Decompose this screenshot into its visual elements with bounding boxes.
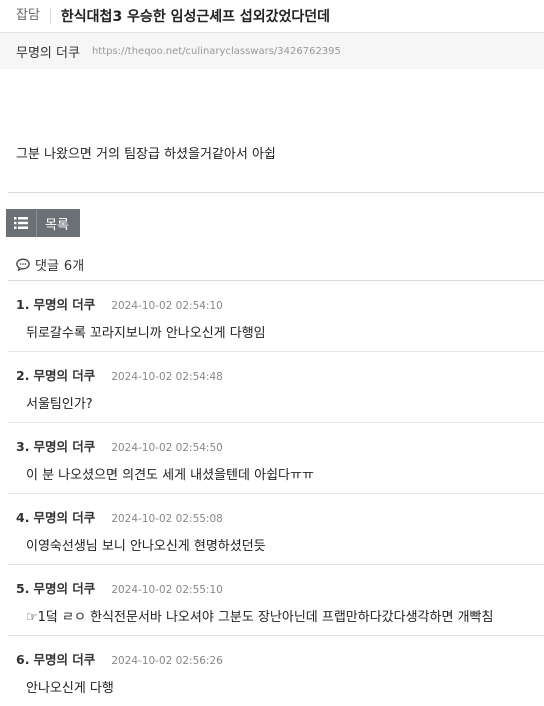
speech-bubble-icon <box>16 258 30 271</box>
comment-item: 5. 무명의 더쿠 2024-10-02 02:55:10 ☞1덬 ㄹㅇ 한식전… <box>8 565 544 636</box>
post-author: 무명의 더쿠 <box>16 45 80 61</box>
post-meta-bar: 무명의 더쿠 https://theqoo.net/culinaryclassw… <box>0 33 544 69</box>
list-button-label: 목록 <box>45 217 69 233</box>
post-url-link[interactable]: https://theqoo.net/culinaryclasswars/342… <box>92 46 341 57</box>
comment-item: 3. 무명의 더쿠 2024-10-02 02:54:50 이 분 나오셨으면 … <box>8 423 544 494</box>
comment-header: 5. 무명의 더쿠 2024-10-02 02:55:10 <box>16 578 223 597</box>
comment-text: 서울팀인가? <box>26 397 93 412</box>
comment-header: 6. 무명의 더쿠 2024-10-02 02:56:26 <box>16 649 223 668</box>
comment-author: 무명의 더쿠 <box>33 510 96 525</box>
comment-header: 2. 무명의 더쿠 2024-10-02 02:54:48 <box>16 365 223 384</box>
comment-time: 2024-10-02 02:56:26 <box>111 655 223 667</box>
comment-text: 안나오신게 다행 <box>26 681 114 696</box>
post-page: 잡담 한식대첩3 우승한 임성근셰프 섭외갔었다던데 무명의 더쿠 https:… <box>0 0 544 706</box>
comment-index: 5. <box>16 581 30 596</box>
list-button[interactable]: 목록 <box>6 209 80 237</box>
comment-header: 3. 무명의 더쿠 2024-10-02 02:54:50 <box>16 436 223 455</box>
comment-author: 무명의 더쿠 <box>33 581 96 596</box>
comment-header: 4. 무명의 더쿠 2024-10-02 02:55:08 <box>16 507 223 526</box>
comment-time: 2024-10-02 02:54:50 <box>111 442 223 454</box>
post-title: 한식대첩3 우승한 임성근셰프 섭외갔었다던데 <box>60 9 331 25</box>
comment-text: ☞1덬 ㄹㅇ 한식전문서바 나오셔야 그분도 장난아닌데 프랩만하다갔다생각하면… <box>26 610 494 625</box>
comment-index: 2. <box>16 368 30 383</box>
comment-author: 무명의 더쿠 <box>33 652 96 667</box>
comment-author: 무명의 더쿠 <box>33 368 96 383</box>
comment-item: 1. 무명의 더쿠 2024-10-02 02:54:10 뒤로갈수록 꼬라지보… <box>8 281 544 352</box>
comment-time: 2024-10-02 02:54:48 <box>111 371 223 383</box>
comment-time: 2024-10-02 02:55:10 <box>111 584 223 596</box>
comment-text: 이영숙선생님 보니 안나오신게 현명하셨던듯 <box>26 539 266 554</box>
comment-count-value: 6개 <box>63 259 85 274</box>
post-title-bar: 잡담 한식대첩3 우승한 임성근셰프 섭외갔었다던데 <box>0 0 544 33</box>
comment-author: 무명의 더쿠 <box>33 439 96 454</box>
comment-item: 4. 무명의 더쿠 2024-10-02 02:55:08 이영숙선생님 보니 … <box>8 494 544 565</box>
comment-time: 2024-10-02 02:54:10 <box>111 300 223 312</box>
comment-count-header: 댓글 6개 <box>16 255 84 274</box>
comment-item: 6. 무명의 더쿠 2024-10-02 02:56:26 안나오신게 다행 <box>8 636 544 706</box>
comment-index: 1. <box>16 297 30 312</box>
post-body: 그분 나왔으면 거의 팀장급 하셨을거같아서 아쉽 <box>16 147 276 162</box>
comment-list: 1. 무명의 더쿠 2024-10-02 02:54:10 뒤로갈수록 꼬라지보… <box>8 280 544 706</box>
comment-text: 이 분 나오셨으면 의견도 세게 내셨을텐데 아쉽다ㅠㅠ <box>26 468 314 483</box>
comment-time: 2024-10-02 02:55:08 <box>111 513 223 525</box>
post-category[interactable]: 잡담 <box>0 8 51 24</box>
comment-text: 뒤로갈수록 꼬라지보니까 안나오신게 다행임 <box>26 326 266 341</box>
list-icon <box>6 209 37 237</box>
comment-count-label: 댓글 <box>35 259 59 274</box>
comment-index: 6. <box>16 652 30 667</box>
content-divider <box>8 192 544 193</box>
comment-index: 4. <box>16 510 30 525</box>
comment-index: 3. <box>16 439 30 454</box>
comment-author: 무명의 더쿠 <box>33 297 96 312</box>
comment-item: 2. 무명의 더쿠 2024-10-02 02:54:48 서울팀인가? <box>8 352 544 423</box>
comment-header: 1. 무명의 더쿠 2024-10-02 02:54:10 <box>16 294 223 313</box>
